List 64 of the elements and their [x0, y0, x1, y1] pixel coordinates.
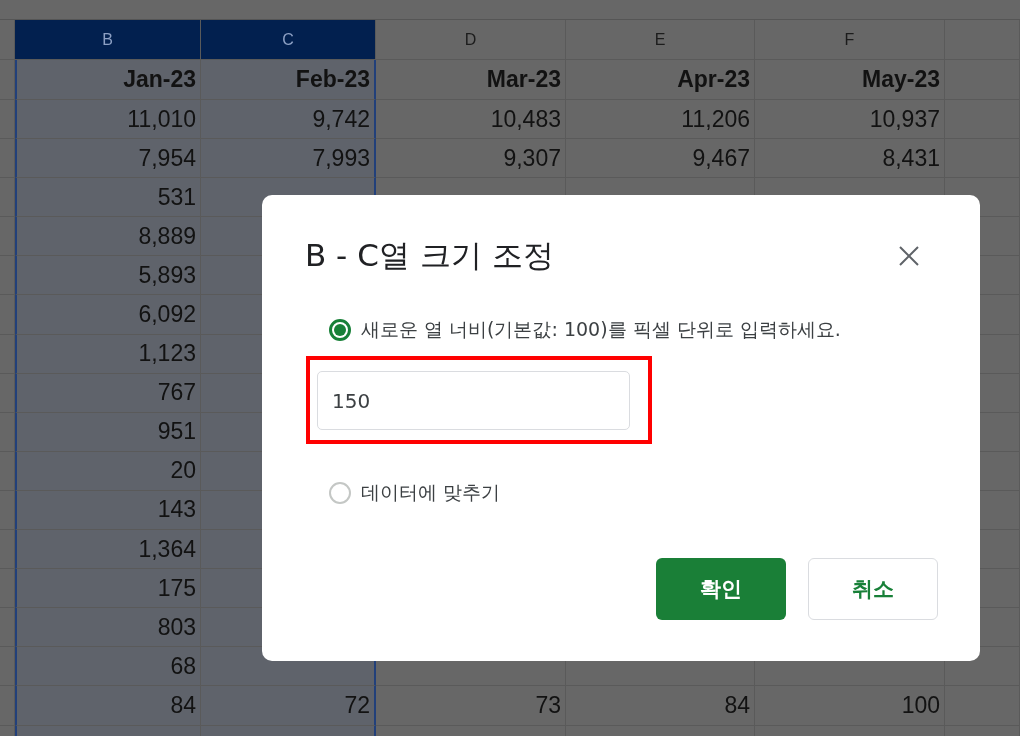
- table-cell: 9,307: [376, 139, 566, 179]
- row-header: [0, 295, 15, 335]
- width-input-field[interactable]: 150: [317, 371, 630, 430]
- table-cell: 951: [15, 412, 201, 452]
- row-header: [0, 530, 15, 570]
- row-header: [0, 20, 15, 60]
- row-header: [0, 217, 15, 257]
- row-header: [0, 60, 15, 100]
- column-label: Jan-23: [15, 60, 201, 100]
- table-cell: 5,893: [15, 256, 201, 296]
- ok-button[interactable]: 확인: [656, 558, 786, 620]
- column-label: Mar-23: [376, 60, 566, 100]
- close-icon[interactable]: [898, 245, 920, 267]
- table-cell: 9,742: [201, 100, 376, 140]
- column-header[interactable]: D: [376, 20, 566, 60]
- table-cell: 6,092: [15, 295, 201, 335]
- column-label: Feb-23: [201, 60, 376, 100]
- table-cell: 84: [566, 686, 755, 726]
- column-header[interactable]: E: [566, 20, 755, 60]
- column-header[interactable]: C: [201, 20, 376, 60]
- table-cell: 11,010: [15, 100, 201, 140]
- row-header: [0, 451, 15, 491]
- row-header: [0, 178, 15, 218]
- table-cell: 531: [15, 178, 201, 218]
- row-header: [0, 608, 15, 648]
- option-label: 새로운 열 너비(기본값: 100)를 픽셀 단위로 입력하세요.: [361, 317, 841, 342]
- row-header: [0, 334, 15, 374]
- table-cell: 84: [15, 686, 201, 726]
- column-label: May-23: [755, 60, 945, 100]
- column-label: Apr-23: [566, 60, 755, 100]
- column-header[interactable]: F: [755, 20, 945, 60]
- table-cell: 8,431: [755, 139, 945, 179]
- row-header: [0, 100, 15, 140]
- dialog-title: B - C열 크기 조정: [305, 236, 554, 275]
- cancel-button[interactable]: 취소: [808, 558, 938, 620]
- row-header: [0, 412, 15, 452]
- row-header: [0, 256, 15, 296]
- row-header: [0, 139, 15, 179]
- table-cell: 1,364: [15, 530, 201, 570]
- radio-button[interactable]: [329, 319, 351, 341]
- table-cell: 175: [15, 569, 201, 609]
- table-cell: 11,206: [566, 100, 755, 140]
- radio-button[interactable]: [329, 482, 351, 504]
- row-header: [0, 569, 15, 609]
- row-header: [0, 373, 15, 413]
- table-cell: 7,993: [201, 139, 376, 179]
- table-cell: 8,889: [15, 217, 201, 257]
- table-cell: 803: [15, 608, 201, 648]
- table-cell: 1,123: [15, 334, 201, 374]
- table-cell: 72: [201, 686, 376, 726]
- table-cell: 10,937: [755, 100, 945, 140]
- table-cell: 767: [15, 373, 201, 413]
- table-cell: 68: [15, 647, 201, 687]
- table-cell: 143: [15, 490, 201, 531]
- table-cell: 10,483: [376, 100, 566, 140]
- table-cell: 100: [755, 686, 945, 726]
- table-cell: 73: [376, 686, 566, 726]
- row-header: [0, 647, 15, 687]
- option-label: 데이터에 맞추기: [361, 480, 501, 505]
- column-header[interactable]: B: [15, 20, 201, 60]
- table-cell: 20: [15, 451, 201, 491]
- row-header: [0, 490, 15, 531]
- table-cell: 9,467: [566, 139, 755, 179]
- table-cell: 7,954: [15, 139, 201, 179]
